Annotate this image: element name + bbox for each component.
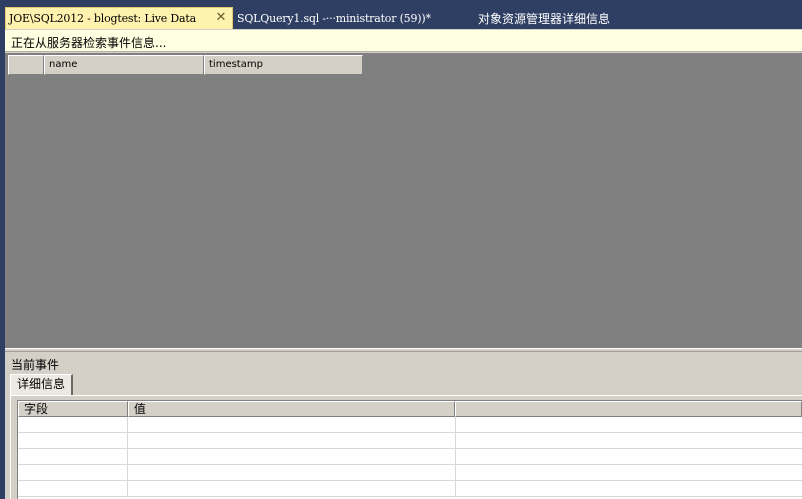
table-cell [18, 433, 128, 448]
column-header-timestamp[interactable]: timestamp [204, 55, 363, 75]
status-text: 正在从服务器检索事件信息... [11, 36, 167, 50]
tab-live-data[interactable]: JOE\SQL2012 - blogtest: Live Data ✕ [5, 7, 233, 29]
table-cell [18, 417, 128, 432]
row-selector-header[interactable] [8, 55, 44, 75]
table-row[interactable] [18, 417, 802, 433]
tab-sqlquery1[interactable]: SQLQuery1.sql -···ministrator (59))* [236, 7, 458, 29]
table-row[interactable] [18, 433, 802, 449]
table-cell [18, 449, 128, 464]
table-row[interactable] [18, 481, 802, 497]
document-tab-strip: JOE\SQL2012 - blogtest: Live Data ✕ SQLQ… [0, 0, 802, 30]
tab-details[interactable]: 详细信息 [10, 374, 73, 395]
table-cell [18, 465, 128, 480]
table-cell [128, 433, 456, 448]
ssms-window: JOE\SQL2012 - blogtest: Live Data ✕ SQLQ… [0, 0, 802, 499]
table-cell [128, 449, 456, 464]
table-row[interactable] [18, 465, 802, 481]
current-event-pane: 当前事件 详细信息 字段 值 [5, 352, 802, 499]
close-icon[interactable]: ✕ [214, 11, 228, 25]
column-header-name[interactable]: name [44, 55, 204, 75]
tab-object-explorer-details-label: 对象资源管理器详细信息 [478, 11, 611, 26]
column-header-field[interactable]: 字段 [18, 401, 128, 417]
column-header-value[interactable]: 值 [127, 401, 456, 417]
info-bar: 正在从服务器检索事件信息... [5, 30, 802, 52]
events-grid-header: name timestamp [8, 55, 363, 75]
tab-object-explorer-details[interactable]: 对象资源管理器详细信息 [478, 7, 628, 29]
details-grid-header: 字段 值 [18, 401, 802, 417]
tab-live-data-label: JOE\SQL2012 - blogtest: Live Data [9, 12, 196, 25]
column-header-filler [455, 401, 802, 417]
table-cell [128, 417, 456, 432]
events-grid[interactable]: name timestamp [5, 53, 802, 348]
current-event-title: 当前事件 [11, 358, 60, 372]
table-cell [128, 465, 456, 480]
table-cell [128, 481, 456, 496]
details-grid[interactable]: 字段 值 [17, 400, 802, 499]
table-row[interactable] [18, 449, 802, 465]
table-cell [18, 481, 128, 496]
live-data-document: 正在从服务器检索事件信息... name timestamp 当前事件 详细信息… [5, 29, 802, 499]
tab-sqlquery1-label: SQLQuery1.sql -···ministrator (59))* [237, 11, 431, 25]
